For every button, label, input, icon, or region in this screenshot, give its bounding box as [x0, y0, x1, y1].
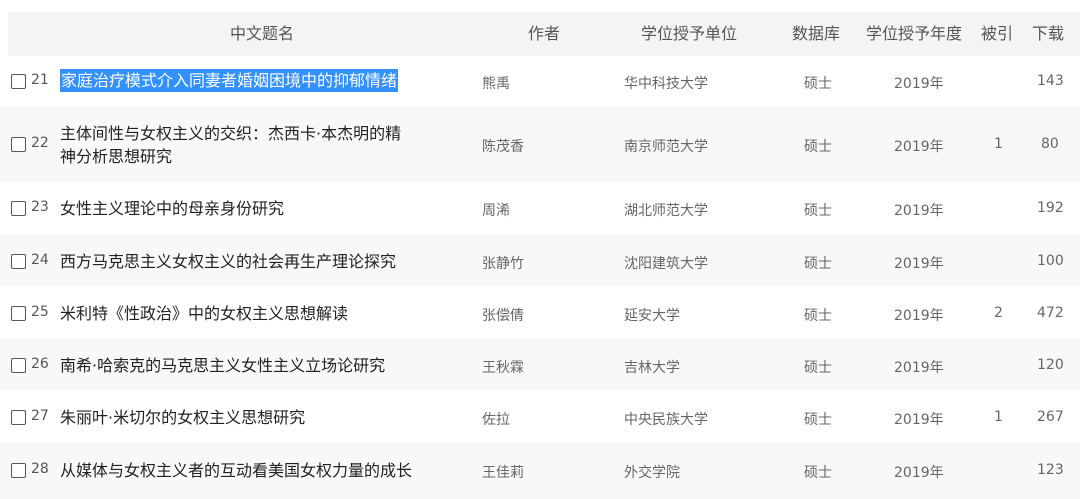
table-row: 23 女性主义理论中的母亲身份研究 周浠 湖北师范大学 硕士 2019年 192 — [0, 183, 1080, 235]
row-title-link[interactable]: 南希·哈索克的马克思主义女性主义立场论研究 — [60, 354, 385, 377]
header-unit[interactable]: 学位授予单位 — [641, 12, 737, 56]
row-author[interactable]: 张静竹 — [482, 253, 524, 273]
row-checkbox[interactable] — [11, 137, 26, 152]
row-author[interactable]: 周浠 — [482, 200, 510, 220]
row-title-link[interactable]: 女性主义理论中的母亲身份研究 — [60, 197, 284, 220]
row-year: 2019年 — [894, 203, 944, 219]
header-db[interactable]: 数据库 — [792, 12, 840, 56]
row-number: 22 — [31, 135, 49, 151]
row-unit[interactable]: 华中科技大学 — [624, 73, 708, 93]
table-header: 中文题名 作者 学位授予单位 数据库 学位授予年度 被引 下载 — [8, 12, 1080, 56]
row-year: 2019年 — [894, 139, 944, 155]
row-checkbox[interactable] — [11, 201, 26, 216]
row-downloads: 143 — [1037, 73, 1064, 89]
row-author[interactable]: 王秋霖 — [482, 357, 524, 377]
header-downloads[interactable]: 下载 — [1032, 12, 1064, 56]
table-row: 21 家庭治疗模式介入同妻者婚姻困境中的抑郁情绪 熊禹 华中科技大学 硕士 20… — [0, 57, 1080, 107]
row-db: 硕士 — [804, 139, 832, 155]
row-cited: 1 — [994, 409, 1003, 425]
table-row: 27 朱丽叶·米切尔的女权主义思想研究 佐拉 中央民族大学 硕士 2019年 1… — [0, 391, 1080, 443]
row-title-line: 神分析思想研究 — [60, 147, 173, 166]
row-checkbox[interactable] — [11, 254, 26, 269]
row-title-link[interactable]: 朱丽叶·米切尔的女权主义思想研究 — [60, 406, 305, 429]
row-unit[interactable]: 外交学院 — [624, 462, 680, 482]
row-downloads: 100 — [1037, 253, 1064, 269]
row-author[interactable]: 王佳莉 — [482, 462, 524, 482]
row-downloads: 80 — [1041, 136, 1059, 152]
row-unit[interactable]: 吉林大学 — [624, 357, 680, 377]
row-checkbox[interactable] — [11, 463, 26, 478]
header-author[interactable]: 作者 — [528, 12, 560, 56]
row-checkbox[interactable] — [11, 306, 26, 321]
table-row: 24 西方马克思主义女权主义的社会再生产理论探究 张静竹 沈阳建筑大学 硕士 2… — [0, 235, 1080, 287]
row-unit[interactable]: 湖北师范大学 — [624, 200, 708, 220]
row-db: 硕士 — [804, 360, 832, 376]
row-downloads: 472 — [1037, 305, 1064, 321]
row-title-line: 主体间性与女权主义的交织：杰西卡·本杰明的精 — [60, 124, 402, 143]
row-year: 2019年 — [894, 308, 944, 324]
row-author[interactable]: 陈茂香 — [482, 136, 524, 156]
header-year[interactable]: 学位授予年度 — [866, 12, 962, 56]
row-author[interactable]: 熊禹 — [482, 73, 510, 93]
row-db: 硕士 — [804, 203, 832, 219]
row-number: 25 — [31, 304, 49, 320]
row-checkbox[interactable] — [11, 74, 26, 89]
row-downloads: 192 — [1037, 200, 1064, 216]
row-year: 2019年 — [894, 465, 944, 481]
row-db: 硕士 — [804, 412, 832, 428]
row-downloads: 267 — [1037, 409, 1064, 425]
row-number: 28 — [31, 461, 49, 477]
row-title-link[interactable]: 家庭治疗模式介入同妻者婚姻困境中的抑郁情绪 — [60, 69, 399, 92]
row-title-link[interactable]: 从媒体与女权主义者的互动看美国女权力量的成长 — [60, 459, 412, 482]
results-table: 中文题名 作者 学位授予单位 数据库 学位授予年度 被引 下载 21 家庭治疗模… — [0, 0, 1080, 499]
row-db: 硕士 — [804, 465, 832, 481]
row-year: 2019年 — [894, 256, 944, 272]
table-row: 26 南希·哈索克的马克思主义女性主义立场论研究 王秋霖 吉林大学 硕士 201… — [0, 339, 1080, 391]
row-year: 2019年 — [894, 76, 944, 92]
row-downloads: 120 — [1037, 357, 1064, 373]
row-downloads: 123 — [1037, 462, 1064, 478]
row-db: 硕士 — [804, 308, 832, 324]
row-db: 硕士 — [804, 76, 832, 92]
table-row: 22 主体间性与女权主义的交织：杰西卡·本杰明的精 神分析思想研究 陈茂香 南京… — [0, 107, 1080, 183]
row-unit[interactable]: 南京师范大学 — [624, 136, 708, 156]
row-number: 23 — [31, 199, 49, 215]
row-title-link[interactable]: 主体间性与女权主义的交织：杰西卡·本杰明的精 神分析思想研究 — [60, 122, 401, 168]
row-title-link[interactable]: 米利特《性政治》中的女权主义思想解读 — [60, 302, 348, 325]
table-row: 25 米利特《性政治》中的女权主义思想解读 张偿倩 延安大学 硕士 2019年 … — [0, 287, 1080, 339]
row-db: 硕士 — [804, 256, 832, 272]
row-unit[interactable]: 沈阳建筑大学 — [624, 253, 708, 273]
row-unit[interactable]: 延安大学 — [624, 305, 680, 325]
row-year: 2019年 — [894, 412, 944, 428]
row-author[interactable]: 佐拉 — [482, 409, 510, 429]
row-year: 2019年 — [894, 360, 944, 376]
row-title-link[interactable]: 西方马克思主义女权主义的社会再生产理论探究 — [60, 250, 396, 273]
header-cited[interactable]: 被引 — [981, 12, 1013, 56]
row-number: 27 — [31, 408, 49, 424]
row-checkbox[interactable] — [11, 410, 26, 425]
row-number: 21 — [31, 72, 49, 88]
row-unit[interactable]: 中央民族大学 — [624, 409, 708, 429]
row-checkbox[interactable] — [11, 358, 26, 373]
row-cited: 1 — [994, 136, 1003, 152]
row-number: 24 — [31, 252, 49, 268]
row-cited: 2 — [994, 305, 1003, 321]
row-author[interactable]: 张偿倩 — [482, 305, 524, 325]
row-number: 26 — [31, 356, 49, 372]
header-title[interactable]: 中文题名 — [230, 12, 294, 56]
table-row: 28 从媒体与女权主义者的互动看美国女权力量的成长 王佳莉 外交学院 硕士 20… — [0, 443, 1080, 499]
